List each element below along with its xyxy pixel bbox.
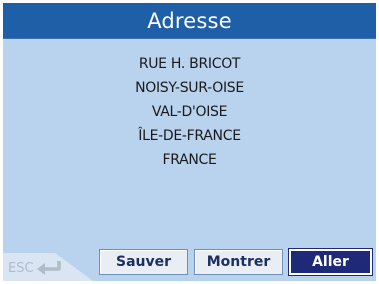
go-button-label: Aller [312, 254, 349, 270]
show-button-label: Montrer [206, 254, 271, 270]
return-arrow-icon[interactable] [35, 259, 63, 277]
esc-label[interactable]: ESC [8, 261, 34, 276]
go-button[interactable]: Aller [288, 248, 373, 276]
address-panel: RUE H. BRICOT NOISY-SUR-OISE VAL-D'OISE … [3, 39, 376, 281]
title-bar: Adresse [3, 3, 376, 39]
save-button[interactable]: Sauver [99, 249, 188, 275]
address-region: ÎLE-DE-FRANCE [138, 128, 241, 144]
address-block: RUE H. BRICOT NOISY-SUR-OISE VAL-D'OISE … [3, 52, 376, 172]
address-country: FRANCE [162, 152, 217, 168]
show-button[interactable]: Montrer [194, 249, 283, 275]
address-city: NOISY-SUR-OISE [135, 80, 244, 96]
address-department: VAL-D'OISE [151, 104, 228, 120]
address-street: RUE H. BRICOT [138, 56, 241, 72]
save-button-label: Sauver [115, 254, 172, 270]
page-title: Adresse [147, 8, 232, 33]
address-screen: Adresse RUE H. BRICOT NOISY-SUR-OISE VAL… [0, 0, 379, 284]
